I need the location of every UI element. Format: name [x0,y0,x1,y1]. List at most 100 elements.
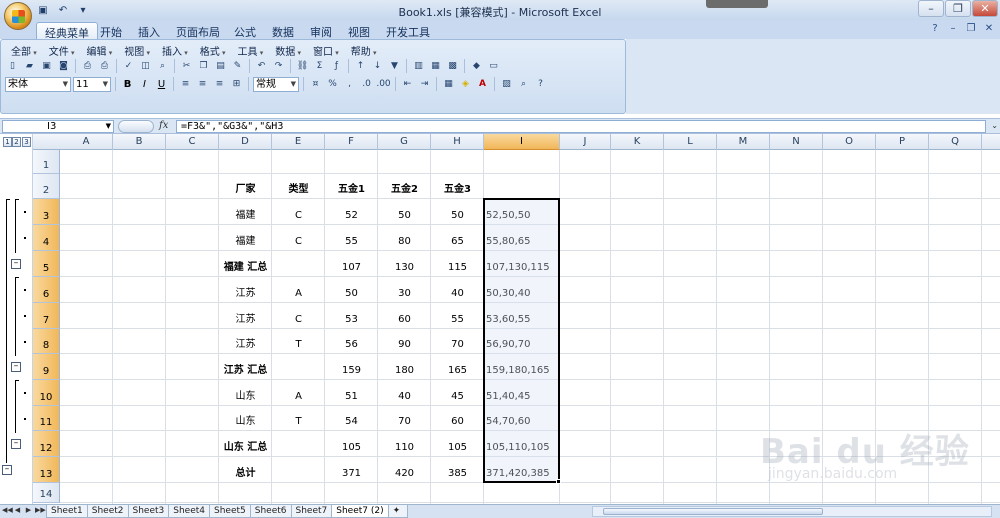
cell-i8[interactable]: 56,90,70 [484,339,560,351]
help-icon[interactable]: ? [533,77,548,92]
sheet-tab[interactable]: Sheet1 [46,505,88,518]
tab-classic-menu[interactable]: 经典菜单 [36,22,98,40]
increase-decimal-icon[interactable]: .0 [359,77,374,92]
cell-d5[interactable]: 福建 汇总 [219,262,272,274]
cell-g9[interactable]: 180 [378,365,431,377]
column-header-m[interactable]: M [717,134,770,150]
cell-i12[interactable]: 105,110,105 [484,442,560,454]
menu-file[interactable]: 文件 [43,43,81,58]
highlight-icon[interactable]: ◆ [469,59,484,74]
cell-h6[interactable]: 40 [431,288,484,300]
row-header-7[interactable]: 7 [33,303,60,329]
fill-color-icon[interactable]: ◈ [458,77,473,92]
cell-e3[interactable]: C [272,210,325,222]
cell-h2[interactable]: 五金3 [431,184,484,196]
decrease-indent-icon[interactable]: ⇤ [400,77,415,92]
image-icon[interactable]: ▨ [499,77,514,92]
row-header-12[interactable]: 12 [33,431,60,457]
cell-i13[interactable]: 371,420,385 [484,468,560,480]
print-icon[interactable]: ⎙ [97,59,112,74]
align-left-icon[interactable]: ≡ [178,77,193,92]
menu-tools[interactable]: 工具 [232,43,270,58]
cell-e4[interactable]: C [272,236,325,248]
sheet-tab[interactable]: Sheet7 [290,505,333,518]
workbook-minimize-icon[interactable]: – [946,23,960,34]
currency-icon[interactable]: ¤ [308,77,323,92]
cell-e10[interactable]: A [272,391,325,403]
row-header-9[interactable]: 9 [33,354,60,380]
cell-h4[interactable]: 65 [431,236,484,248]
cell-e6[interactable]: A [272,288,325,300]
formula-input[interactable]: =F3&","&G3&","&H3 [176,120,986,133]
cell-d10[interactable]: 山东 [219,391,272,403]
sheet-tab[interactable]: Sheet5 [209,505,251,518]
open-icon[interactable]: ▰ [22,59,37,74]
row-header-1[interactable]: 1 [33,150,60,174]
chevron-down-icon[interactable]: ▼ [106,121,111,132]
cell-h7[interactable]: 55 [431,314,484,326]
decrease-decimal-icon[interactable]: .00 [376,77,391,92]
tab-view[interactable]: 视图 [340,22,378,39]
column-header-d[interactable]: D [219,134,272,150]
copy-icon[interactable]: ❐ [196,59,211,74]
cell-f12[interactable]: 105 [325,442,378,454]
menu-data[interactable]: 数据 [269,43,307,58]
menu-all[interactable]: 全部 [5,43,43,58]
increase-indent-icon[interactable]: ⇥ [417,77,432,92]
borders-icon[interactable]: ▦ [441,77,456,92]
tab-home[interactable]: 开始 [92,22,130,39]
undo-icon[interactable]: ↶ [254,59,269,74]
cell-e7[interactable]: C [272,314,325,326]
cell-i9[interactable]: 159,180,165 [484,365,560,377]
hyperlink-icon[interactable]: ⛓ [295,59,310,74]
row-header-3[interactable]: 3 [33,199,60,225]
cell-g12[interactable]: 110 [378,442,431,454]
row-header-6[interactable]: 6 [33,277,60,303]
cell-h11[interactable]: 60 [431,416,484,428]
cell-g4[interactable]: 80 [378,236,431,248]
cell-f13[interactable]: 371 [325,468,378,480]
tab-insert[interactable]: 插入 [130,22,168,39]
cell-i3[interactable]: 52,50,50 [484,210,560,222]
underline-button[interactable]: U [154,77,169,92]
insert-sheet-icon[interactable]: ✦ [387,505,408,518]
cell-h13[interactable]: 385 [431,468,484,480]
row-header-5[interactable]: 5 [33,251,60,277]
cell-f3[interactable]: 52 [325,210,378,222]
tab-developer[interactable]: 开发工具 [378,22,438,39]
research-icon[interactable]: ◫ [138,59,153,74]
row-header-11[interactable]: 11 [33,406,60,431]
cell-g11[interactable]: 70 [378,416,431,428]
outline-level-2-button[interactable]: 2 [12,137,21,147]
workbook-restore-icon[interactable]: ❐ [964,23,978,34]
row-header-10[interactable]: 10 [33,380,60,406]
cell-d9[interactable]: 江苏 汇总 [219,365,272,377]
outline-level-3-button[interactable]: 3 [22,137,31,147]
cell-d11[interactable]: 山东 [219,416,272,428]
column-header-c[interactable]: C [166,134,219,150]
comma-style-icon[interactable]: , [342,77,357,92]
bold-button[interactable]: B [120,77,135,92]
cell-f11[interactable]: 54 [325,416,378,428]
collapse-group-button[interactable]: – [11,362,21,372]
help-icon[interactable]: ? [928,23,942,34]
sheet-tab[interactable]: Sheet2 [86,505,129,518]
column-header-g[interactable]: G [378,134,431,150]
print-preview-icon[interactable]: ⎙ [80,59,95,74]
cell-i6[interactable]: 50,30,40 [484,288,560,300]
outline-level-1-button[interactable]: 1 [3,137,12,147]
collapse-group-button[interactable]: – [11,439,21,449]
italic-button[interactable]: I [137,77,152,92]
column-header-b[interactable]: B [113,134,166,150]
menu-help[interactable]: 帮助 [345,43,383,58]
cell-e2[interactable]: 类型 [272,184,325,196]
tab-page-layout[interactable]: 页面布局 [168,22,228,39]
close-button[interactable]: ✕ [972,0,998,17]
next-sheet-button[interactable]: ▶ [24,506,33,514]
number-format-select[interactable]: 常规 ▼ [253,76,299,92]
merge-center-icon[interactable]: ⊞ [229,77,244,92]
cell-area[interactable]: 厂家 类型 五金1 五金2 五金3 福建 C 52 50 50 52,50,50 福建 C 55 80 65 5… [60,150,1000,504]
menu-insert[interactable]: 插入 [156,43,194,58]
row-header-4[interactable]: 4 [33,225,60,251]
cell-g6[interactable]: 30 [378,288,431,300]
